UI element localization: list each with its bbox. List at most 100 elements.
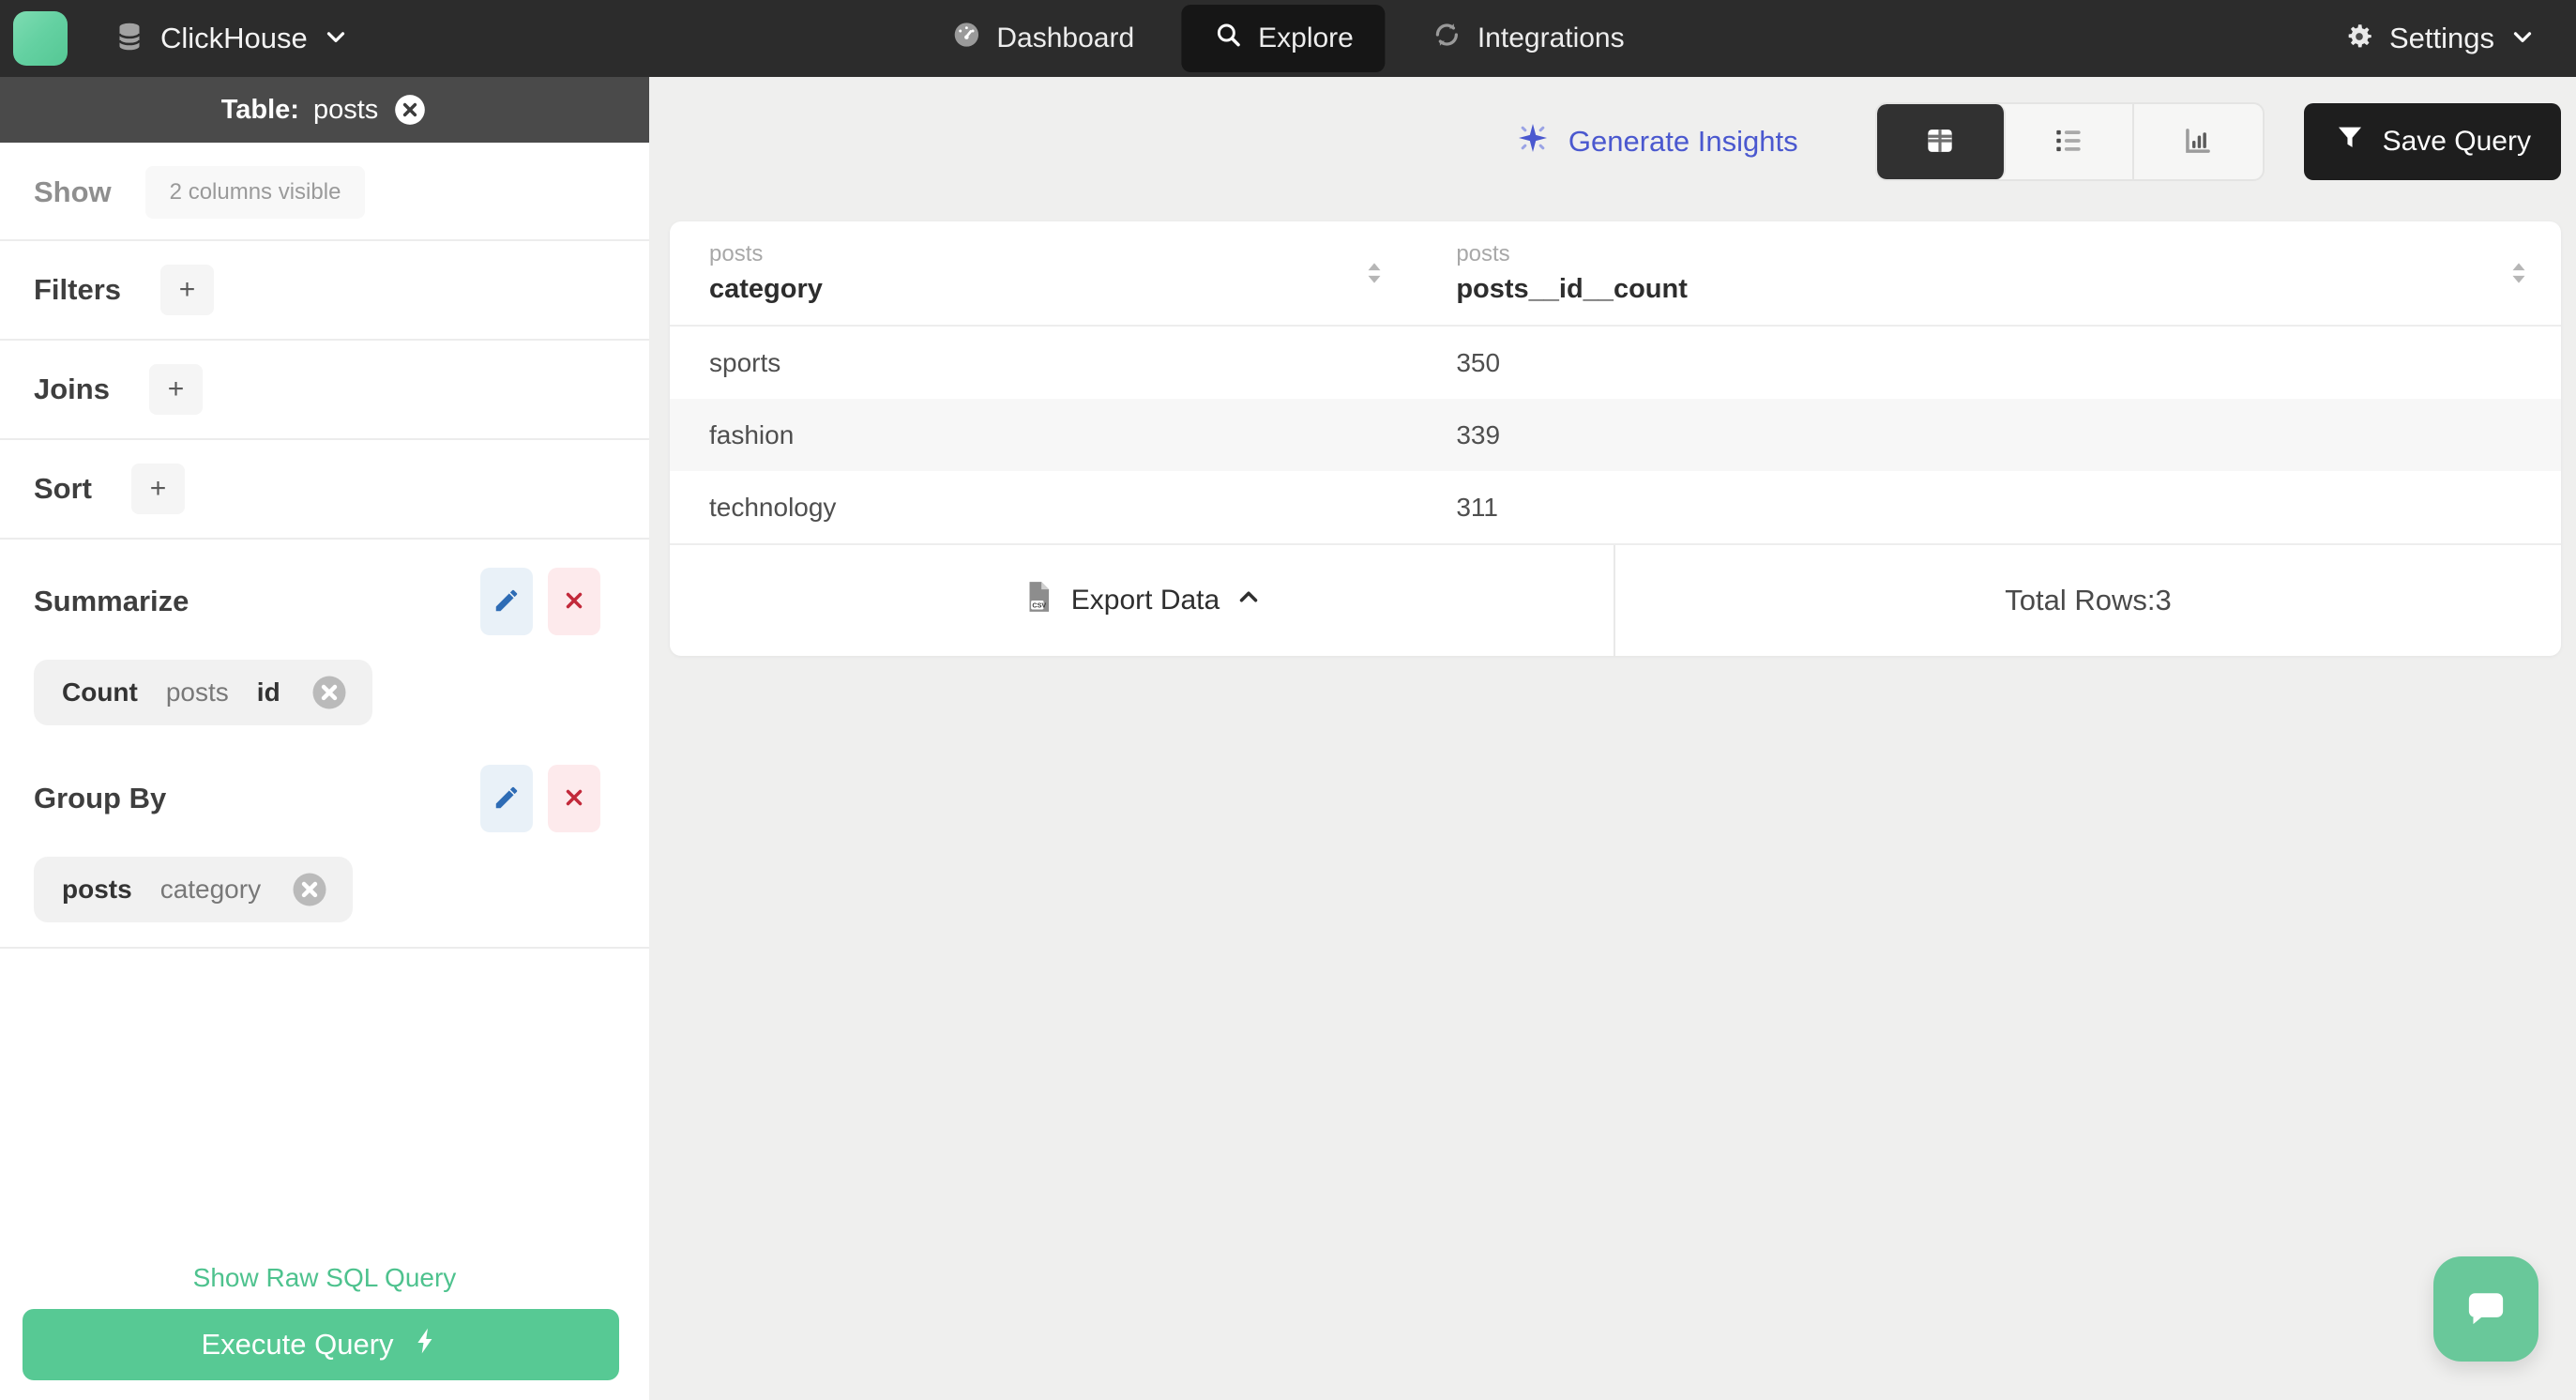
- columns-visible-chip[interactable]: 2 columns visible: [144, 166, 366, 219]
- dashboard-gauge-icon: [951, 20, 981, 57]
- app-logo: [13, 11, 68, 66]
- column-group-label: posts: [709, 241, 764, 266]
- view-toggle-group: [1874, 102, 2265, 181]
- table-footer: CSV Export Data Total Rows:3: [670, 543, 2561, 656]
- remove-group-by-chip-button[interactable]: [289, 869, 330, 910]
- nav-item-explore[interactable]: Explore: [1181, 5, 1386, 72]
- execute-query-label: Execute Query: [201, 1328, 394, 1361]
- settings-menu[interactable]: Settings: [2343, 21, 2576, 57]
- export-data-label: Export Data: [1070, 585, 1220, 616]
- export-data-button[interactable]: CSV Export Data: [1021, 579, 1263, 622]
- table-view-toggle[interactable]: [1876, 104, 2006, 179]
- column-header-category[interactable]: posts category: [670, 221, 1417, 325]
- settings-label: Settings: [2388, 22, 2494, 54]
- results-table-card: posts category posts posts__id__count sp…: [670, 221, 2561, 656]
- edit-group-by-button[interactable]: [480, 765, 533, 832]
- nav-item-integrations[interactable]: Integrations: [1427, 7, 1630, 70]
- add-sort-button[interactable]: +: [131, 464, 185, 514]
- generate-insights-link[interactable]: Generate Insights: [1514, 119, 1798, 164]
- summarize-table: posts: [165, 677, 229, 707]
- column-group-label: posts: [1456, 241, 1510, 266]
- x-icon: [562, 588, 586, 616]
- nav-item-label: Explore: [1258, 23, 1354, 53]
- joins-section: Joins +: [0, 341, 649, 438]
- pencil-icon: [492, 784, 521, 814]
- remove-summarize-button[interactable]: [548, 568, 600, 635]
- results-area: Generate Insights Save Query posts categ…: [649, 77, 2576, 1400]
- add-filter-button[interactable]: +: [160, 265, 215, 315]
- total-rows-cell: Total Rows:3: [1615, 545, 2561, 656]
- table-row[interactable]: fashion 339: [670, 399, 2561, 471]
- table-header-row: posts category posts posts__id__count: [670, 221, 2561, 327]
- table-row[interactable]: technology 311: [670, 471, 2561, 543]
- x-icon: [562, 785, 586, 813]
- results-toolbar: Generate Insights Save Query: [1514, 101, 2561, 182]
- total-rows-label: Total Rows:3: [2005, 584, 2172, 616]
- add-join-button[interactable]: +: [148, 364, 203, 415]
- app-root: ClickHouse Dashboard Explore Integration…: [0, 0, 2576, 1400]
- search-icon: [1213, 20, 1243, 57]
- execute-query-button[interactable]: Execute Query: [23, 1309, 619, 1380]
- svg-text:CSV: CSV: [1032, 601, 1046, 610]
- table-grid-icon: [1922, 123, 1958, 161]
- lightning-bolt-icon: [411, 1326, 441, 1363]
- generate-insights-label: Generate Insights: [1568, 125, 1798, 158]
- show-raw-sql-link[interactable]: Show Raw SQL Query: [0, 1263, 649, 1293]
- filters-label: Filters: [34, 273, 122, 306]
- csv-file-icon: CSV: [1021, 579, 1056, 622]
- filters-section: Filters +: [0, 241, 649, 339]
- summarize-section: Summarize Count posts id: [0, 540, 649, 750]
- group-by-column: category: [159, 875, 262, 904]
- table-header-name: posts: [312, 94, 379, 125]
- column-name-label: posts__id__count: [1456, 274, 1688, 304]
- list-icon: [2051, 123, 2086, 161]
- summarize-agg: Count: [62, 677, 138, 707]
- summarize-chip: Count posts id: [34, 660, 372, 725]
- show-label: Show: [34, 175, 112, 208]
- table-row[interactable]: sports 350: [670, 327, 2561, 399]
- remove-group-by-button[interactable]: [548, 765, 600, 832]
- top-nav: ClickHouse Dashboard Explore Integration…: [0, 0, 2576, 77]
- remove-table-button[interactable]: [392, 92, 428, 128]
- group-by-actions: [480, 765, 600, 832]
- summarize-actions: [480, 568, 600, 635]
- divider: [0, 947, 649, 949]
- group-by-header: Group By: [0, 750, 649, 832]
- chart-view-toggle[interactable]: [2134, 104, 2263, 179]
- remove-summarize-chip-button[interactable]: [309, 672, 350, 713]
- table-body: sports 350 fashion 339 technology 311: [670, 327, 2561, 543]
- table-cell: sports: [709, 347, 781, 377]
- chevron-up-icon: [1235, 583, 1263, 618]
- group-by-section: Group By posts category: [0, 750, 649, 947]
- column-name-label: category: [709, 274, 823, 304]
- database-selector[interactable]: ClickHouse: [113, 20, 350, 58]
- group-by-chip: posts category: [34, 857, 354, 922]
- table-header: Table: posts: [0, 77, 649, 143]
- sync-icon: [1432, 20, 1462, 57]
- save-query-button[interactable]: Save Query: [2303, 103, 2561, 180]
- nav-left: ClickHouse: [0, 11, 350, 66]
- nav-item-label: Dashboard: [996, 23, 1135, 53]
- nav-item-dashboard[interactable]: Dashboard: [946, 7, 1140, 70]
- table-header-prefix: Table:: [220, 94, 299, 125]
- table-cell: technology: [709, 492, 837, 522]
- sparkle-icon: [1514, 119, 1552, 164]
- group-by-label: Group By: [34, 782, 167, 814]
- column-header-posts-id-count[interactable]: posts posts__id__count: [1417, 221, 2561, 325]
- export-cell: CSV Export Data: [670, 545, 1615, 656]
- edit-summarize-button[interactable]: [480, 568, 533, 635]
- table-cell: 311: [1456, 492, 1498, 522]
- chevron-down-icon: [322, 23, 350, 55]
- sort-section: Sort +: [0, 440, 649, 538]
- sort-toggle-icon[interactable]: [2499, 253, 2538, 293]
- group-by-table: posts: [62, 875, 132, 904]
- save-query-label: Save Query: [2382, 126, 2531, 157]
- gear-icon: [2343, 21, 2375, 57]
- table-cell: fashion: [709, 419, 795, 449]
- sort-toggle-icon[interactable]: [1355, 253, 1394, 293]
- chevron-down-icon: [2508, 23, 2537, 55]
- chat-widget-button[interactable]: [2433, 1256, 2538, 1362]
- list-view-toggle[interactable]: [2006, 104, 2134, 179]
- funnel-icon: [2334, 122, 2366, 161]
- nav-center: Dashboard Explore Integrations: [946, 5, 1629, 72]
